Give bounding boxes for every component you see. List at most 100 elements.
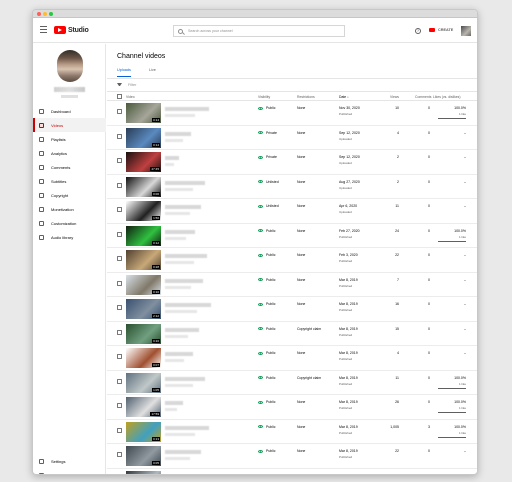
table-row[interactable]: 0:07 Public None Mar 8, 2019 Published 4 0 – xyxy=(107,346,477,371)
table-row[interactable]: 2:12 Public None Mar 8, 2019 Published 16 0 – xyxy=(107,297,477,322)
video-thumbnail[interactable]: 0:06 xyxy=(126,176,161,197)
video-thumbnail[interactable]: 0:10 xyxy=(126,323,161,344)
sidebar-item-comments[interactable]: Comments xyxy=(33,160,106,174)
video-thumbnail[interactable]: 0:10 xyxy=(126,274,161,295)
create-button[interactable]: CREATE xyxy=(429,28,453,32)
tab-live[interactable]: Live xyxy=(149,68,156,77)
sidebar-item-monetization[interactable]: Monetization xyxy=(33,202,106,216)
row-checkbox[interactable] xyxy=(117,231,122,237)
video-thumbnail[interactable]: 0:46 xyxy=(126,470,161,474)
visibility-cell[interactable]: Public xyxy=(258,278,276,282)
table-row[interactable]: 0:06 Unlisted None Aug 27, 2020 Uploaded 2 0 – xyxy=(107,175,477,199)
table-row[interactable]: 0:10 Public Copyright claim Mar 8, 2019 Publ… xyxy=(107,322,477,346)
table-row[interactable]: 0:10 Public None Mar 8, 2019 Published 7 0 – xyxy=(107,273,477,297)
table-row[interactable]: 0:12 Public None Feb 27, 2020 Published 24 0 10… xyxy=(107,224,477,248)
visibility-cell[interactable]: Public xyxy=(258,351,276,355)
video-thumbnail[interactable]: 27:45 xyxy=(126,152,161,172)
video-thumbnail[interactable]: 0:12 xyxy=(126,225,161,246)
sidebar-item-customization[interactable]: Customization xyxy=(33,216,106,230)
col-date[interactable]: Date ↓ xyxy=(339,95,349,99)
visibility-cell[interactable]: Public xyxy=(258,425,276,429)
row-checkbox[interactable] xyxy=(117,256,122,261)
help-icon[interactable]: ? xyxy=(415,28,421,34)
table-row[interactable]: 0:28 Public None Feb 3, 2020 Published 22 0 – xyxy=(107,248,477,273)
row-checkbox[interactable] xyxy=(117,158,122,163)
row-checkbox[interactable] xyxy=(117,427,122,433)
row-checkbox[interactable] xyxy=(117,452,122,457)
sidebar-item-send-feedback[interactable]: Send feedback xyxy=(33,468,106,474)
row-checkbox[interactable] xyxy=(117,329,122,335)
sidebar-bottom-nav: Settings Send feedback xyxy=(33,454,106,474)
video-thumbnail[interactable]: 0:13 xyxy=(126,421,161,442)
studio-logo[interactable]: Studio xyxy=(54,26,89,34)
row-checkbox[interactable] xyxy=(117,305,122,310)
video-thumbnail[interactable]: 0:07 xyxy=(126,348,161,368)
close-window-button[interactable] xyxy=(37,12,41,16)
table-row[interactable]: 1:05 Public Copyright claim Mar 8, 2019 Publ… xyxy=(107,371,477,395)
sidebar-item-playlists[interactable]: Playlists xyxy=(33,132,106,146)
visibility-cell[interactable]: Private xyxy=(258,155,277,159)
select-all-checkbox[interactable] xyxy=(117,94,122,99)
video-thumbnail[interactable]: 1:05 xyxy=(126,372,161,393)
sidebar-item-audio-library[interactable]: Audio library xyxy=(33,230,106,244)
minimize-window-button[interactable] xyxy=(43,12,47,16)
row-checkbox[interactable] xyxy=(117,354,122,359)
sidebar-item-dashboard[interactable]: Dashboard xyxy=(33,104,106,118)
video-thumbnail[interactable]: 0:14 xyxy=(126,127,161,148)
maximize-window-button[interactable] xyxy=(49,12,53,16)
video-thumbnail[interactable]: 0:28 xyxy=(126,250,161,270)
row-checkbox[interactable] xyxy=(117,378,122,384)
comments-cell: 3 xyxy=(428,424,430,429)
video-thumbnail[interactable]: 17:59 xyxy=(126,397,161,417)
likes-cell: – xyxy=(464,204,466,208)
table-row[interactable]: 27:45 Private None Sep 12, 2020 Uploaded 2 0 – xyxy=(107,150,477,175)
visibility-cell[interactable]: Unlisted xyxy=(258,180,279,184)
row-checkbox[interactable] xyxy=(117,133,122,139)
table-row[interactable]: 0:46PublicCopyright claimMar 8, 2019Publ… xyxy=(107,469,477,475)
col-restrictions[interactable]: Restrictions xyxy=(297,95,315,99)
row-checkbox[interactable] xyxy=(117,207,122,212)
visibility-cell[interactable]: Public xyxy=(258,302,276,306)
col-views[interactable]: Views xyxy=(390,95,399,99)
visibility-cell[interactable]: Unlisted xyxy=(258,204,279,208)
col-likes[interactable]: Likes (vs. dislikes) xyxy=(433,95,461,99)
sidebar-item-analytics[interactable]: Analytics xyxy=(33,146,106,160)
table-row[interactable]: 0:14 Public None Nov 30, 2020 Published 10 0 10… xyxy=(107,101,477,126)
video-thumbnail[interactable]: 2:12 xyxy=(126,299,161,319)
sidebar-item-subtitles[interactable]: Subtitles xyxy=(33,174,106,188)
col-comments[interactable]: Comments xyxy=(415,95,431,99)
visibility-cell[interactable]: Private xyxy=(258,131,277,135)
hamburger-menu-icon[interactable] xyxy=(40,26,47,35)
visibility-cell[interactable]: Public xyxy=(258,106,276,110)
visibility-cell[interactable]: Public xyxy=(258,253,276,257)
row-checkbox[interactable] xyxy=(117,109,122,114)
table-row[interactable]: 0:13 Public None Mar 8, 2019 Published 1,005 3… xyxy=(107,420,477,444)
visibility-cell[interactable]: Public xyxy=(258,327,276,331)
video-thumbnail[interactable]: 0:05 xyxy=(126,446,161,466)
tab-uploads[interactable]: Uploads xyxy=(117,68,131,77)
visibility-cell[interactable]: Public xyxy=(258,474,276,475)
table-row[interactable]: 0:14 Private None Sep 12, 2020 Uploaded 4 0 – xyxy=(107,126,477,150)
table-row[interactable]: 17:59 Public None Mar 8, 2019 Published 26 0 10… xyxy=(107,395,477,420)
visibility-cell[interactable]: Public xyxy=(258,449,276,453)
video-thumbnail[interactable]: 1:56 xyxy=(126,201,161,221)
video-thumbnail[interactable]: 0:14 xyxy=(126,103,161,123)
comments-cell: 0 xyxy=(428,375,430,380)
search-input[interactable]: Search across your channel xyxy=(173,25,345,37)
table-row[interactable]: 0:05 Public None Mar 8, 2019 Published 22 0 – xyxy=(107,444,477,469)
account-avatar[interactable] xyxy=(461,26,471,36)
row-checkbox[interactable] xyxy=(117,182,122,188)
visibility-cell[interactable]: Public xyxy=(258,400,276,404)
col-visibility[interactable]: Visibility xyxy=(258,95,270,99)
sidebar-item-settings[interactable]: Settings xyxy=(33,454,106,468)
visibility-cell[interactable]: Public xyxy=(258,229,276,233)
row-checkbox[interactable] xyxy=(117,280,122,286)
visibility-cell[interactable]: Public xyxy=(258,376,276,380)
table-row[interactable]: 1:56 Unlisted None Apr 6, 2020 Uploaded 11 0 – xyxy=(107,199,477,224)
col-date-label: Date xyxy=(339,95,347,99)
sidebar-item-copyright[interactable]: Copyright xyxy=(33,188,106,202)
sidebar-item-videos[interactable]: Videos xyxy=(33,118,106,132)
row-checkbox[interactable] xyxy=(117,403,122,408)
channel-avatar[interactable] xyxy=(57,50,83,82)
filter-input[interactable]: Filter xyxy=(117,83,136,87)
